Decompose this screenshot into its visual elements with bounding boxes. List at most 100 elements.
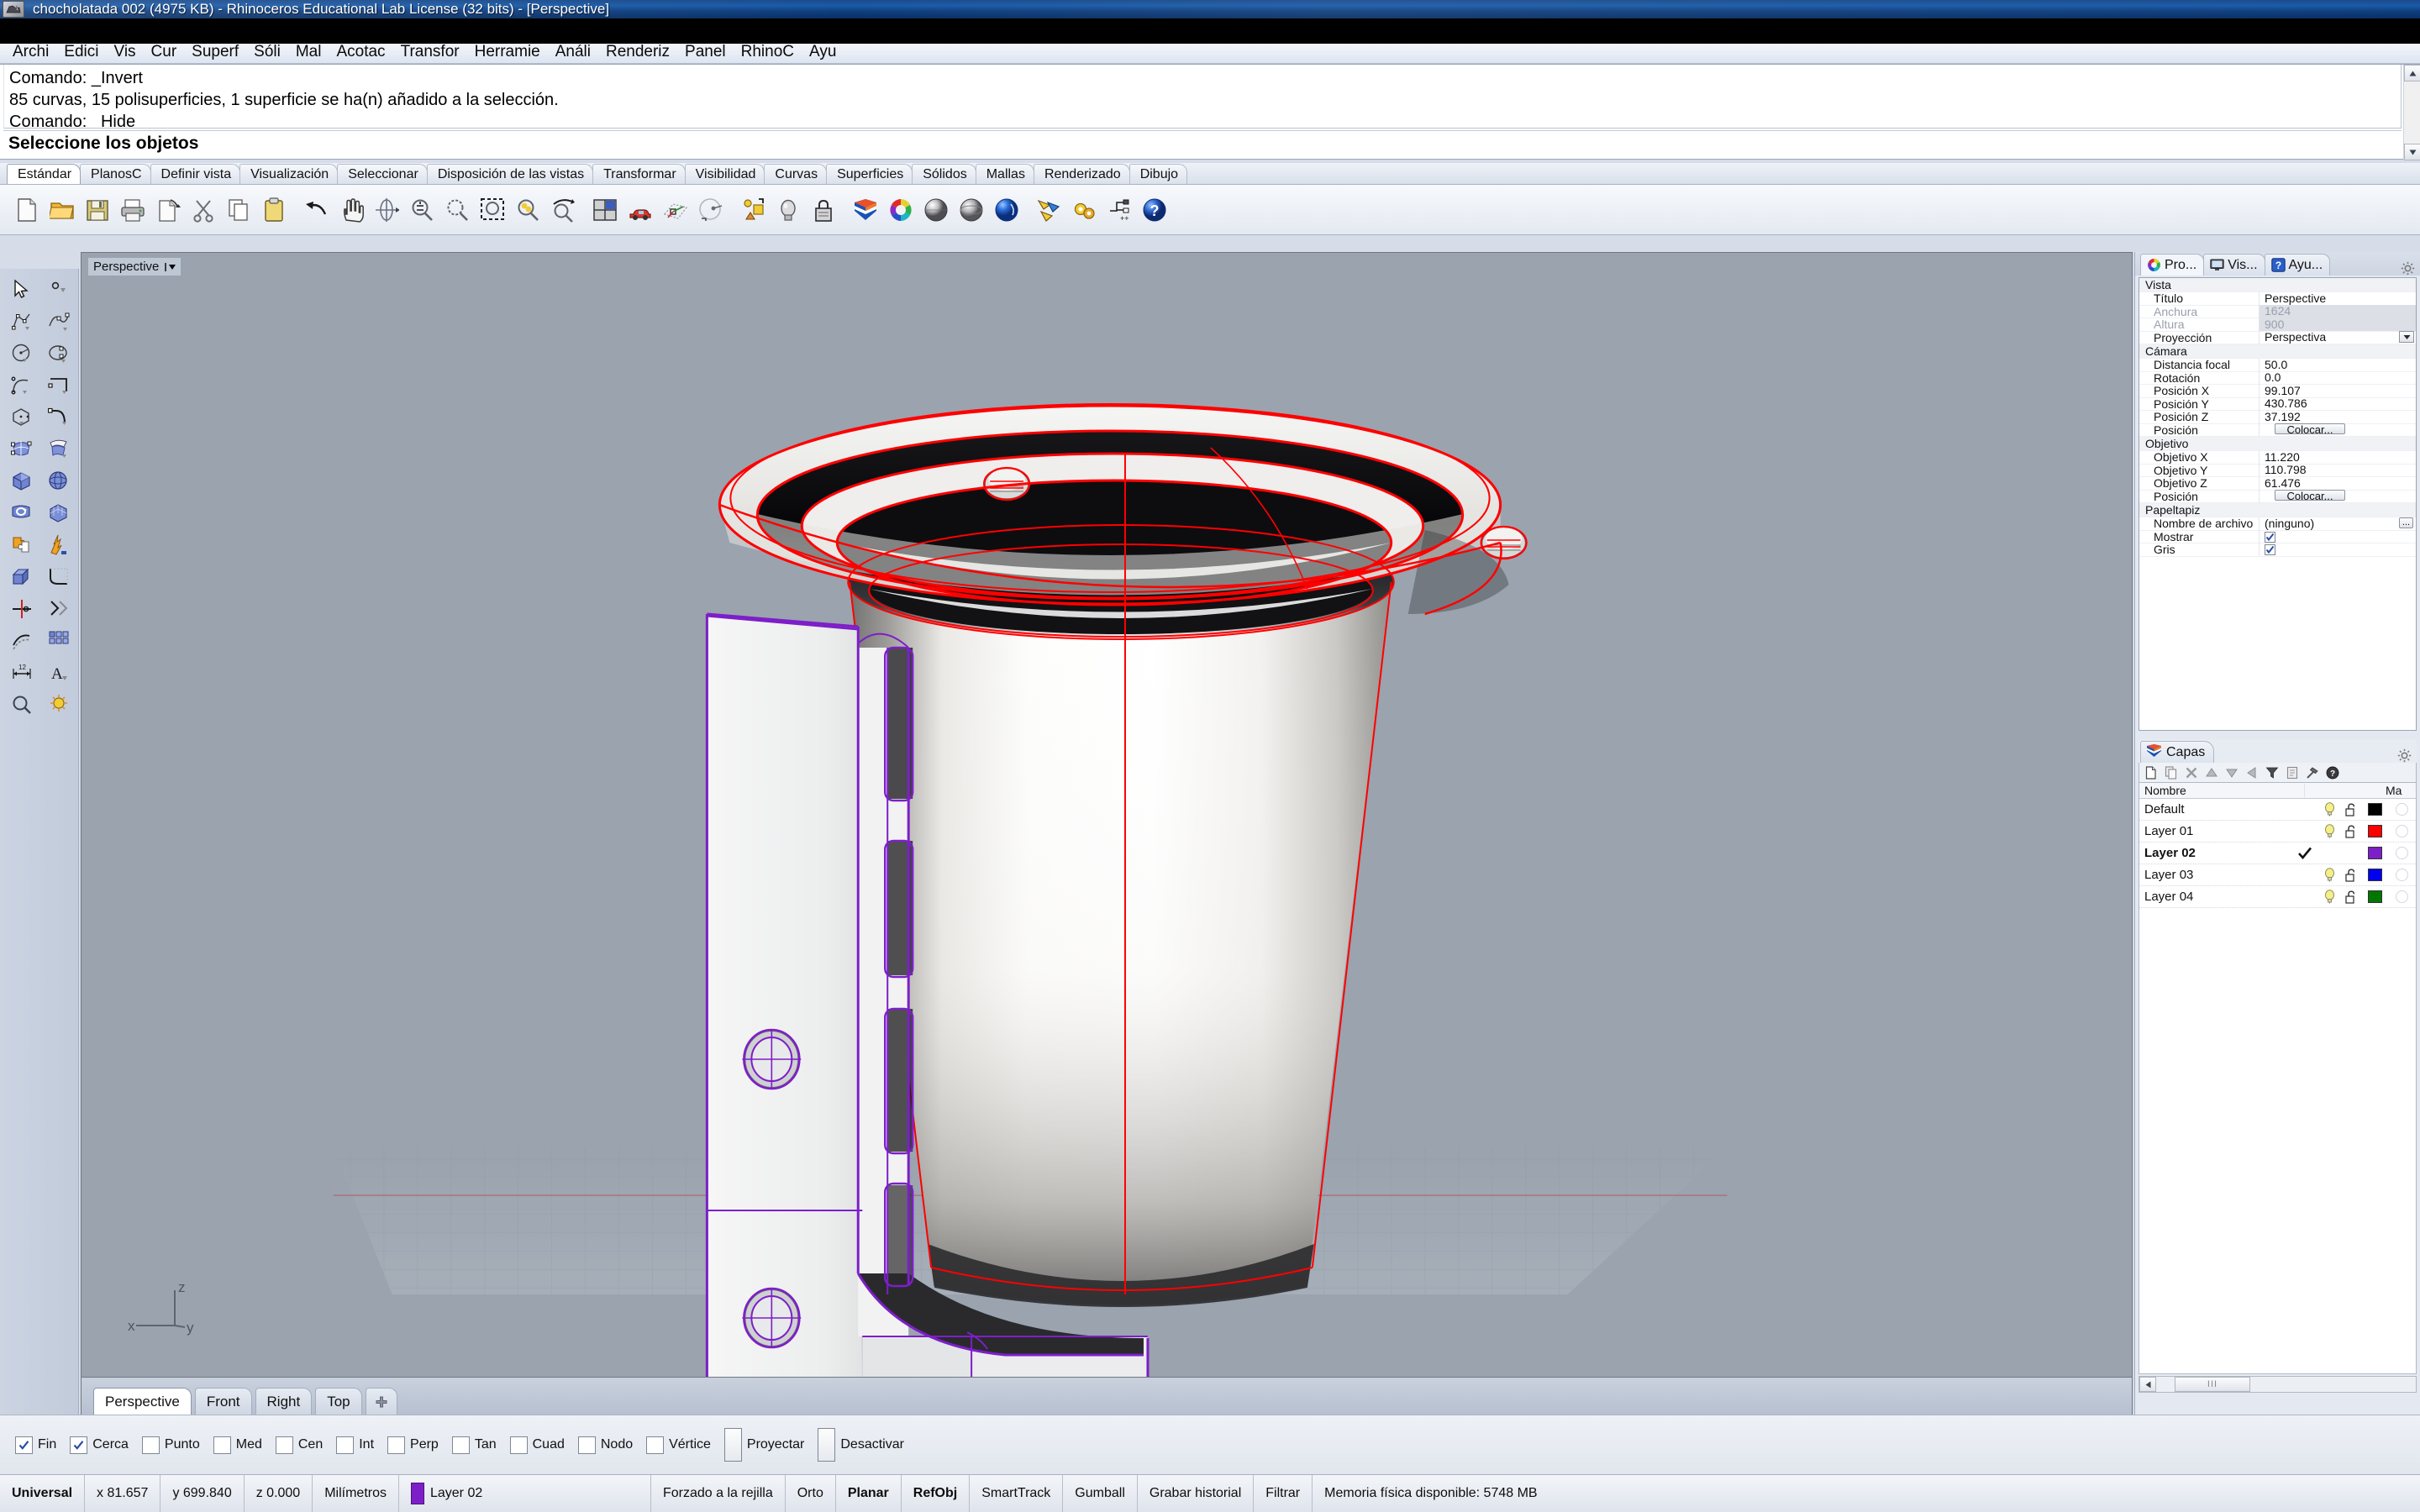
toolbar-tab-estndar[interactable]: Estándar: [7, 164, 82, 184]
arc-icon[interactable]: [3, 370, 40, 402]
status-cell-layer-02[interactable]: Layer 02: [399, 1475, 651, 1512]
osnap-fin[interactable]: Fin: [15, 1436, 56, 1454]
circle-icon[interactable]: [3, 338, 40, 370]
property-value[interactable]: Colocar...: [2259, 490, 2416, 503]
status-cell-smarttrack[interactable]: SmartTrack: [970, 1475, 1064, 1512]
layer-row[interactable]: Layer 02: [2139, 843, 2416, 864]
menu-item-ayu[interactable]: Ayu: [802, 44, 844, 63]
sphere-solid-icon[interactable]: [40, 465, 77, 497]
properties-gear-icon[interactable]: [2401, 261, 2415, 276]
status-cell-filtrar[interactable]: Filtrar: [1254, 1475, 1313, 1512]
array-icon[interactable]: [40, 625, 77, 657]
scroll-up-icon[interactable]: [2404, 65, 2420, 81]
mesh-box-icon[interactable]: [40, 497, 77, 529]
layer-color-swatch[interactable]: [2362, 825, 2387, 837]
layer-tools-hammer-icon[interactable]: [2303, 764, 2322, 781]
layers-icon[interactable]: [849, 193, 882, 227]
osnap-nodo[interactable]: Nodo: [577, 1436, 633, 1454]
scroll-thumb[interactable]: III: [2175, 1377, 2250, 1392]
render-preview-icon[interactable]: [623, 193, 657, 227]
extrude-icon[interactable]: [3, 561, 40, 593]
curve-tools-icon[interactable]: [40, 402, 77, 433]
copy-icon[interactable]: [222, 193, 255, 227]
rotate-view-icon[interactable]: [370, 193, 403, 227]
property-value[interactable]: 900: [2259, 318, 2416, 331]
explode-icon[interactable]: [40, 529, 77, 561]
point-object-icon[interactable]: [40, 274, 77, 306]
scroll-left-icon[interactable]: [2139, 1377, 2156, 1392]
light-bulb-icon[interactable]: [2318, 802, 2340, 816]
property-checkbox[interactable]: [2265, 531, 2275, 543]
new-layer-icon[interactable]: [2142, 764, 2160, 781]
move-up-icon[interactable]: [2202, 764, 2221, 781]
osnap-checkbox[interactable]: [275, 1436, 293, 1454]
menu-item-edici[interactable]: Edici: [56, 44, 106, 63]
layer-row[interactable]: Layer 04: [2139, 886, 2416, 908]
new-file-icon[interactable]: [10, 193, 44, 227]
text-icon[interactable]: A: [40, 657, 77, 689]
layers-list[interactable]: Default Layer 01 Layer 02 Layer 03 Layer 04: [2139, 799, 2417, 1374]
layer-help-icon[interactable]: ?: [2323, 764, 2342, 781]
tab-capas[interactable]: Capas: [2140, 741, 2215, 763]
osnap-cerca[interactable]: Cerca: [70, 1436, 129, 1454]
layer-row[interactable]: Layer 01: [2139, 821, 2416, 843]
lock-open-icon[interactable]: [2340, 890, 2362, 904]
viewport-title-menu[interactable]: Perspective: [88, 258, 182, 276]
chevron-down-icon[interactable]: [164, 261, 177, 273]
menu-item-archi[interactable]: Archi: [5, 44, 56, 63]
layer-row[interactable]: Default: [2139, 799, 2416, 821]
zoom-in-out-icon[interactable]: [405, 193, 439, 227]
toolbar-tab-superficies[interactable]: Superficies: [826, 164, 913, 184]
osnap-int[interactable]: Int: [336, 1436, 374, 1454]
toolbar-tab-planosc[interactable]: PlanosC: [80, 164, 151, 184]
light-bulb-icon[interactable]: [2318, 868, 2340, 882]
osnap-med[interactable]: Med: [213, 1436, 262, 1454]
delete-layer-icon[interactable]: [2182, 764, 2201, 781]
cut-scissors-icon[interactable]: [187, 193, 220, 227]
split-icon[interactable]: [40, 593, 77, 625]
command-prompt-line[interactable]: Seleccione los objetos: [3, 130, 2402, 157]
plus-icon[interactable]: [365, 1388, 397, 1415]
toolbar-tab-curvas[interactable]: Curvas: [764, 164, 828, 184]
light-bulb-icon[interactable]: [2318, 824, 2340, 838]
layer-material-icon[interactable]: [2387, 803, 2416, 816]
viewport-3d-canvas[interactable]: [82, 253, 2132, 1377]
layer-color-swatch[interactable]: [2362, 890, 2387, 903]
offset-icon[interactable]: [3, 625, 40, 657]
ghosted-sphere-icon[interactable]: [990, 193, 1023, 227]
print-icon[interactable]: [116, 193, 150, 227]
property-value[interactable]: Colocar...: [2259, 423, 2416, 437]
copy-layer-icon[interactable]: [2162, 764, 2181, 781]
viewport-layout-icon[interactable]: [588, 193, 622, 227]
toolbar-tab-renderizado[interactable]: Renderizado: [1033, 164, 1130, 184]
lock-open-icon[interactable]: [2340, 802, 2362, 816]
perspective-viewport[interactable]: Perspective x y z: [81, 252, 2133, 1378]
options-gear-icon[interactable]: [1067, 193, 1101, 227]
menu-item-superf[interactable]: Superf: [184, 44, 246, 63]
layer-material-icon[interactable]: [2387, 825, 2416, 837]
osnap-checkbox[interactable]: [213, 1436, 231, 1454]
properties-icon[interactable]: [736, 193, 770, 227]
trim-icon[interactable]: [3, 593, 40, 625]
menu-item-herramie[interactable]: Herramie: [467, 44, 548, 63]
shaded-sphere-icon[interactable]: [919, 193, 953, 227]
menu-item-rhinoc[interactable]: RhinoC: [734, 44, 802, 63]
zoom-dynamic-icon[interactable]: [546, 193, 580, 227]
toolbar-tab-transformar[interactable]: Transformar: [592, 164, 686, 184]
move-down-icon[interactable]: [2223, 764, 2241, 781]
analyze-icon[interactable]: [3, 689, 40, 721]
lock-icon[interactable]: [807, 193, 840, 227]
light-bulb-icon[interactable]: [771, 193, 805, 227]
layer-material-icon[interactable]: [2387, 890, 2416, 903]
select-filter-icon[interactable]: [1032, 193, 1065, 227]
panel-tab-vis[interactable]: Vis...: [2203, 254, 2265, 276]
layer-material-icon[interactable]: [2387, 869, 2416, 881]
filter-funnel-icon[interactable]: [2263, 764, 2281, 781]
property-value[interactable]: [2259, 543, 2416, 556]
property-checkbox[interactable]: [2265, 544, 2275, 556]
zoom-window-icon[interactable]: [476, 193, 509, 227]
osnap-proyectar[interactable]: Proyectar: [723, 1428, 804, 1462]
toolbar-tab-visualizacin[interactable]: Visualización: [239, 164, 339, 184]
menu-item-renderiz[interactable]: Renderiz: [598, 44, 677, 63]
paste-clipboard-icon[interactable]: [257, 193, 291, 227]
